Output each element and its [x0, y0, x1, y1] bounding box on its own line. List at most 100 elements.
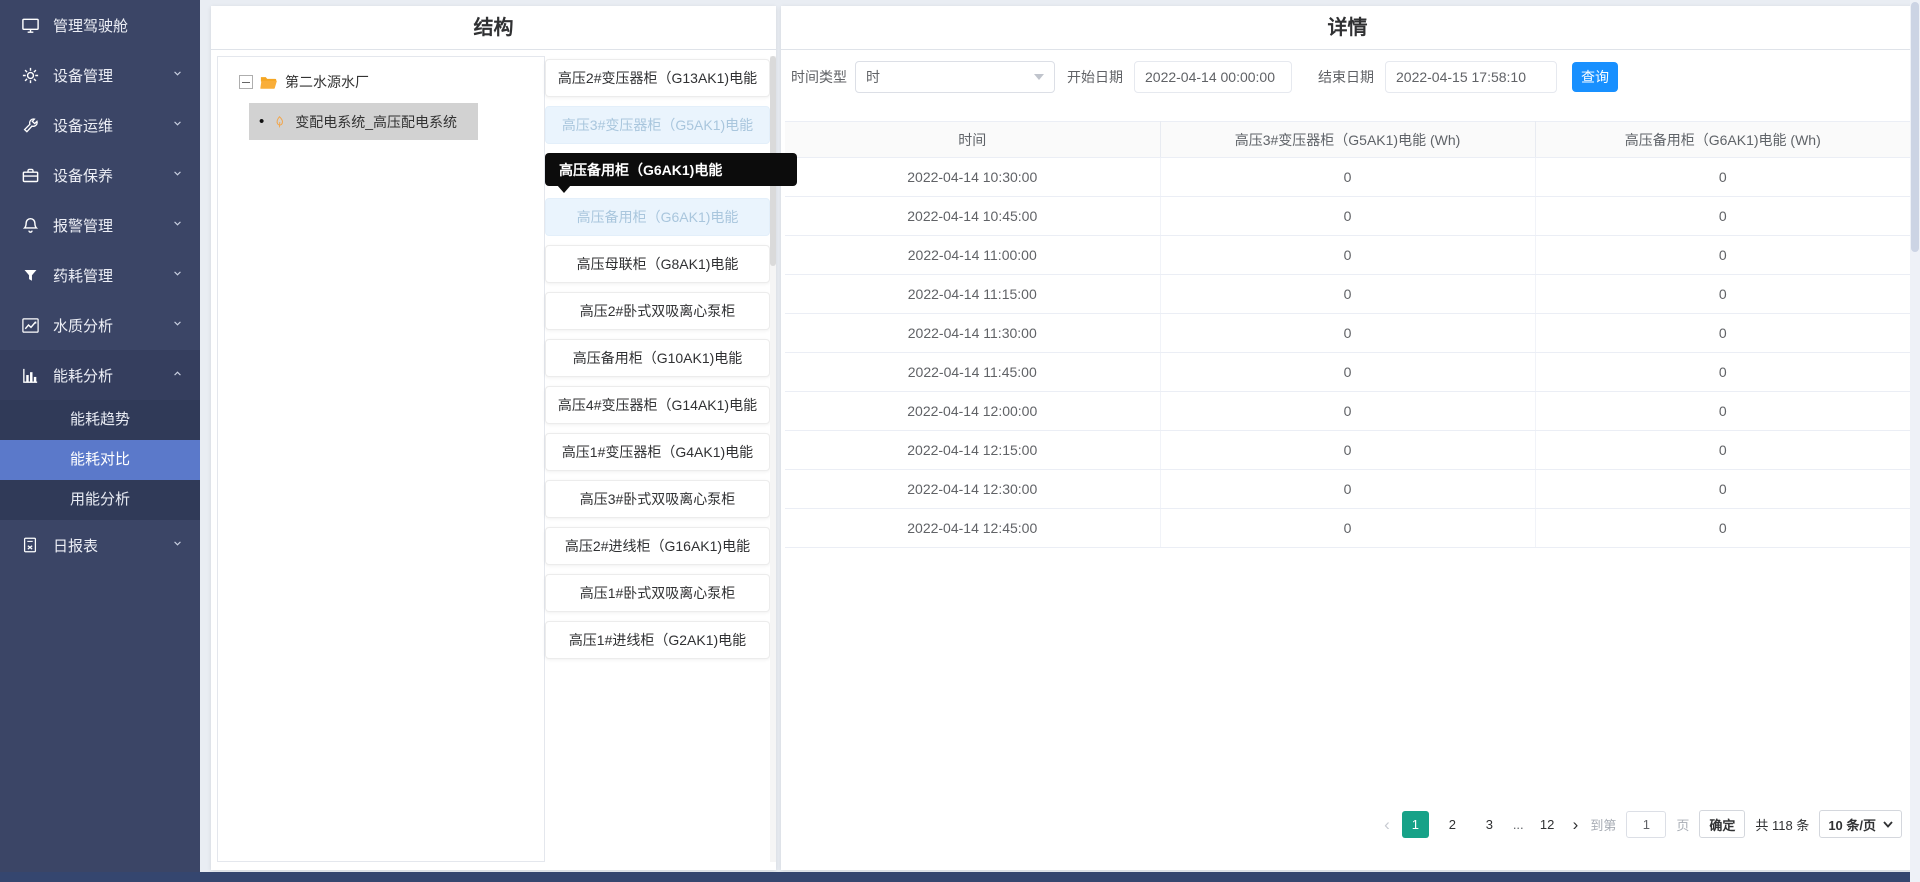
cell-time: 2022-04-14 11:15:00: [785, 275, 1160, 314]
sidebar: 管理驾驶舱设备管理设备运维设备保养报警管理药耗管理水质分析能耗分析能耗趋势能耗对…: [0, 0, 200, 872]
cell-time: 2022-04-14 11:45:00: [785, 353, 1160, 392]
device-button-高压2-进线柜-G16AK1-电能[interactable]: 高压2#进线柜（G16AK1)电能: [545, 527, 770, 565]
device-button-高压2-卧式双吸离心泵柜[interactable]: 高压2#卧式双吸离心泵柜: [545, 292, 770, 330]
page-scrollbar[interactable]: [1910, 0, 1920, 882]
table-header-col-0: 时间: [785, 122, 1160, 158]
chevron-down-icon: [171, 317, 184, 334]
cell-value: 0: [1160, 197, 1535, 236]
sidebar-item-水质分析[interactable]: 水质分析: [0, 300, 200, 350]
device-button-高压3-变压器柜-G5AK1-电能[interactable]: 高压3#变压器柜（G5AK1)电能: [545, 106, 770, 144]
sidebar-item-能耗分析[interactable]: 能耗分析: [0, 350, 200, 400]
cell-value: 0: [1535, 314, 1910, 353]
tree-node-child-selected[interactable]: • 变配电系统_高压配电系统: [249, 103, 478, 140]
sidebar-item-设备运维[interactable]: 设备运维: [0, 100, 200, 150]
start-date-input[interactable]: [1134, 61, 1292, 93]
cell-value: 0: [1160, 392, 1535, 431]
table-row: 2022-04-14 11:30:0000: [785, 314, 1910, 353]
bar-chart-icon: [20, 365, 40, 385]
device-button-高压备用柜-G6AK1-电能[interactable]: 高压备用柜（G6AK1)电能: [545, 198, 770, 236]
query-button[interactable]: 查询: [1572, 62, 1618, 92]
sidebar-item-label: 日报表: [53, 535, 171, 556]
chevron-down-icon: [171, 167, 184, 184]
cell-value: 0: [1535, 392, 1910, 431]
briefcase-icon: [20, 165, 40, 185]
tree-child-label: 变配电系统_高压配电系统: [295, 112, 457, 132]
pagination: ‹ 123...12 › 到第 页 确定 共 118 条 10 条/页: [1382, 806, 1902, 842]
sidebar-item-管理驾驶舱[interactable]: 管理驾驶舱: [0, 0, 200, 50]
jump-page-input[interactable]: [1626, 811, 1666, 838]
chevron-up-icon: [171, 367, 184, 384]
sidebar-item-设备保养[interactable]: 设备保养: [0, 150, 200, 200]
confirm-page-button[interactable]: 确定: [1699, 810, 1745, 838]
table-header-col-1: 高压3#变压器柜（G5AK1)电能 (Wh): [1160, 122, 1535, 158]
page-ellipsis: ...: [1513, 817, 1524, 832]
cell-value: 0: [1160, 275, 1535, 314]
sidebar-item-报警管理[interactable]: 报警管理: [0, 200, 200, 250]
cell-time: 2022-04-14 12:15:00: [785, 431, 1160, 470]
chevron-down-icon: [171, 67, 184, 84]
cell-time: 2022-04-14 10:30:00: [785, 158, 1160, 197]
sidebar-item-药耗管理[interactable]: 药耗管理: [0, 250, 200, 300]
cell-value: 0: [1160, 314, 1535, 353]
page-button-1[interactable]: 1: [1402, 811, 1429, 838]
device-button-高压4-变压器柜-G14AK1-电能[interactable]: 高压4#变压器柜（G14AK1)电能: [545, 386, 770, 424]
device-button-高压1-进线柜-G2AK1-电能[interactable]: 高压1#进线柜（G2AK1)电能: [545, 621, 770, 659]
next-page-button[interactable]: ›: [1571, 816, 1581, 833]
sidebar-item-日报表[interactable]: 日报表: [0, 520, 200, 570]
device-button-高压1-卧式双吸离心泵柜[interactable]: 高压1#卧式双吸离心泵柜: [545, 574, 770, 612]
cell-time: 2022-04-14 12:30:00: [785, 470, 1160, 509]
cell-time: 2022-04-14 11:00:00: [785, 236, 1160, 275]
device-button-高压备用柜-G10AK1-电能[interactable]: 高压备用柜（G10AK1)电能: [545, 339, 770, 377]
cell-value: 0: [1535, 353, 1910, 392]
device-button-高压1-变压器柜-G4AK1-电能[interactable]: 高压1#变压器柜（G4AK1)电能: [545, 433, 770, 471]
chevron-down-icon: [171, 217, 184, 234]
cell-value: 0: [1160, 353, 1535, 392]
cell-time: 2022-04-14 11:30:00: [785, 314, 1160, 353]
cell-time: 2022-04-14 12:45:00: [785, 509, 1160, 548]
tree-collapse-toggle[interactable]: [239, 75, 253, 89]
page-button-2[interactable]: 2: [1439, 811, 1466, 838]
cell-time: 2022-04-14 12:00:00: [785, 392, 1160, 431]
start-date-label: 开始日期: [1067, 67, 1123, 87]
cell-time: 2022-04-14 10:45:00: [785, 197, 1160, 236]
detail-panel-title: 详情: [781, 6, 1914, 50]
structure-panel-title: 结构: [211, 6, 776, 50]
device-button-高压2-变压器柜-G13AK1-电能[interactable]: 高压2#变压器柜（G13AK1)电能: [545, 59, 770, 97]
chevron-down-icon: [171, 117, 184, 134]
time-type-value: 时: [866, 67, 1034, 87]
cell-value: 0: [1535, 431, 1910, 470]
device-tree: 第二水源水厂 • 变配电系统_高压配电系统: [217, 56, 545, 862]
tree-root-label: 第二水源水厂: [285, 72, 369, 92]
time-type-select[interactable]: 时: [855, 61, 1055, 93]
sidebar-subitem-能耗趋势[interactable]: 能耗趋势: [0, 400, 200, 440]
page-button-3[interactable]: 3: [1476, 811, 1503, 838]
table-row: 2022-04-14 12:15:0000: [785, 431, 1910, 470]
device-button-高压母联柜-G8AK1-电能[interactable]: 高压母联柜（G8AK1)电能: [545, 245, 770, 283]
cell-value: 0: [1535, 158, 1910, 197]
jump-to-label: 到第: [1590, 815, 1616, 834]
detail-panel: 详情 时间类型 时 开始日期 结束日期 查询 时间高压3#变压器柜（G5AK1)…: [781, 6, 1914, 870]
page-button-12[interactable]: 12: [1534, 811, 1561, 838]
device-button-高压3-卧式双吸离心泵柜[interactable]: 高压3#卧式双吸离心泵柜: [545, 480, 770, 518]
page-size-select[interactable]: 10 条/页: [1819, 810, 1902, 838]
report-icon: [20, 535, 40, 555]
sidebar-subitem-用能分析[interactable]: 用能分析: [0, 480, 200, 520]
total-count-label: 共 118 条: [1755, 815, 1809, 834]
folder-icon: [260, 75, 278, 90]
end-date-input[interactable]: [1385, 61, 1557, 93]
sidebar-item-设备管理[interactable]: 设备管理: [0, 50, 200, 100]
bottom-bar: [0, 872, 1920, 882]
sidebar-item-label: 管理驾驶舱: [53, 15, 184, 36]
sidebar-subitem-能耗对比[interactable]: 能耗对比: [0, 440, 200, 480]
page-scrollbar-thumb[interactable]: [1911, 2, 1919, 252]
sidebar-item-label: 水质分析: [53, 315, 171, 336]
table-row: 2022-04-14 12:30:0000: [785, 470, 1910, 509]
sidebar-item-label: 设备管理: [53, 65, 171, 86]
prev-page-button[interactable]: ‹: [1382, 816, 1392, 833]
caret-down-icon: [1034, 74, 1044, 80]
table-row: 2022-04-14 10:30:0000: [785, 158, 1910, 197]
cell-value: 0: [1535, 197, 1910, 236]
sidebar-item-label: 设备运维: [53, 115, 171, 136]
tree-node-root[interactable]: 第二水源水厂: [218, 57, 544, 92]
sidebar-item-label: 设备保养: [53, 165, 171, 186]
